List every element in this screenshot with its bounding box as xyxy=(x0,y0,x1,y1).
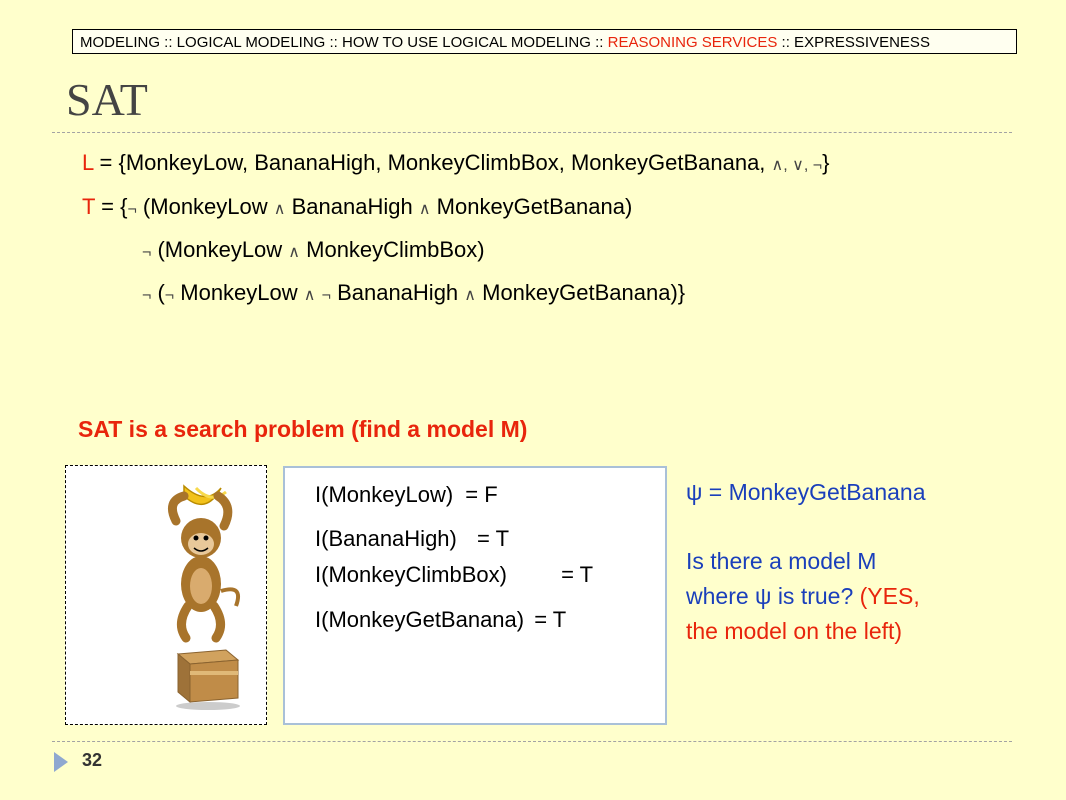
theory-text: (MonkeyLow xyxy=(151,237,289,262)
model-value: = F xyxy=(465,482,498,507)
model-box: I(MonkeyLow) = F I(BananaHigh) = T I(Mon… xyxy=(283,466,667,725)
theory-text: MonkeyLow xyxy=(174,280,304,305)
language-close: } xyxy=(822,150,830,175)
model-atom: I(MonkeyLow) xyxy=(315,482,454,507)
theory-text: BananaHigh xyxy=(285,194,419,219)
and-symbol: ∧ xyxy=(303,287,316,304)
model-atom: I(BananaHigh) xyxy=(315,526,457,551)
theory-text: MonkeyGetBanana)} xyxy=(476,280,686,305)
neg-symbol: ¬ xyxy=(142,244,152,261)
model-row: I(MonkeyLow) = F xyxy=(315,482,498,508)
and-symbol: ∧ xyxy=(464,287,476,304)
triangle-icon xyxy=(54,752,68,772)
breadcrumb: MODELING :: LOGICAL MODELING :: HOW TO U… xyxy=(72,29,1017,54)
neg-symbol: ¬ xyxy=(127,201,137,218)
language-items: MonkeyLow, BananaHigh, MonkeyClimbBox, M… xyxy=(125,150,772,175)
breadcrumb-tail: :: EXPRESSIVENESS xyxy=(777,34,930,51)
theory-line-1: T = {¬ (MonkeyLow ∧ BananaHigh ∧ MonkeyG… xyxy=(82,193,632,224)
theory-text: BananaHigh xyxy=(330,280,465,305)
neg-symbol: ¬ xyxy=(164,287,175,304)
model-atom: I(MonkeyGetBanana) xyxy=(315,607,525,632)
breadcrumb-current: REASONING SERVICES xyxy=(607,34,778,51)
and-symbol: ∧ xyxy=(418,201,431,218)
theory-text: MonkeyClimbBox) xyxy=(300,237,485,262)
title-divider xyxy=(52,132,1012,133)
neg-symbol: ¬ xyxy=(321,287,331,304)
language-ops: ∧, ∨, ¬ xyxy=(771,157,823,174)
query-answer: (YES, xyxy=(859,583,920,609)
theory-eq: = { xyxy=(95,194,128,219)
query-line-1: Is there a model M xyxy=(686,548,877,574)
language-eq: = { xyxy=(93,150,126,175)
breadcrumb-path: MODELING :: LOGICAL MODELING :: HOW TO U… xyxy=(80,34,608,51)
query-line-3: the model on the left) xyxy=(686,618,903,644)
page-number: 32 xyxy=(82,750,103,770)
and-symbol: ∧ xyxy=(288,244,301,261)
model-row: I(MonkeyGetBanana) = T xyxy=(315,607,566,633)
language-label: L xyxy=(82,150,94,175)
query-question: where ψ is true? xyxy=(686,583,860,609)
and-symbol: ∧ xyxy=(273,201,286,218)
slide-title: SAT xyxy=(66,74,148,125)
theory-text: (MonkeyLow xyxy=(136,194,274,219)
model-value: = T xyxy=(477,526,510,551)
monkey-image-frame xyxy=(65,465,267,725)
footer-divider xyxy=(52,741,1012,742)
query-line-2: where ψ is true? (YES, xyxy=(686,579,920,614)
theory-text: ( xyxy=(151,280,165,305)
language-line: L = {MonkeyLow, BananaHigh, MonkeyClimbB… xyxy=(82,149,829,180)
theory-line-2: ¬ (MonkeyLow ∧ MonkeyClimbBox) xyxy=(142,236,485,267)
theory-label: T xyxy=(82,194,96,219)
model-value: = T xyxy=(534,607,567,632)
monkey-illustration xyxy=(167,484,241,710)
theory-text: MonkeyGetBanana) xyxy=(430,194,633,219)
model-row: I(MonkeyClimbBox) = T xyxy=(315,562,593,588)
model-value: = T xyxy=(561,562,594,587)
model-row: I(BananaHigh) = T xyxy=(315,526,509,552)
search-heading: SAT is a search problem (find a model M) xyxy=(78,416,528,442)
psi-definition: ψ = MonkeyGetBanana xyxy=(686,479,926,505)
neg-symbol: ¬ xyxy=(142,287,152,304)
theory-line-3: ¬ (¬ MonkeyLow ∧ ¬ BananaHigh ∧ MonkeyGe… xyxy=(142,279,685,310)
model-atom: I(MonkeyClimbBox) xyxy=(315,562,507,587)
